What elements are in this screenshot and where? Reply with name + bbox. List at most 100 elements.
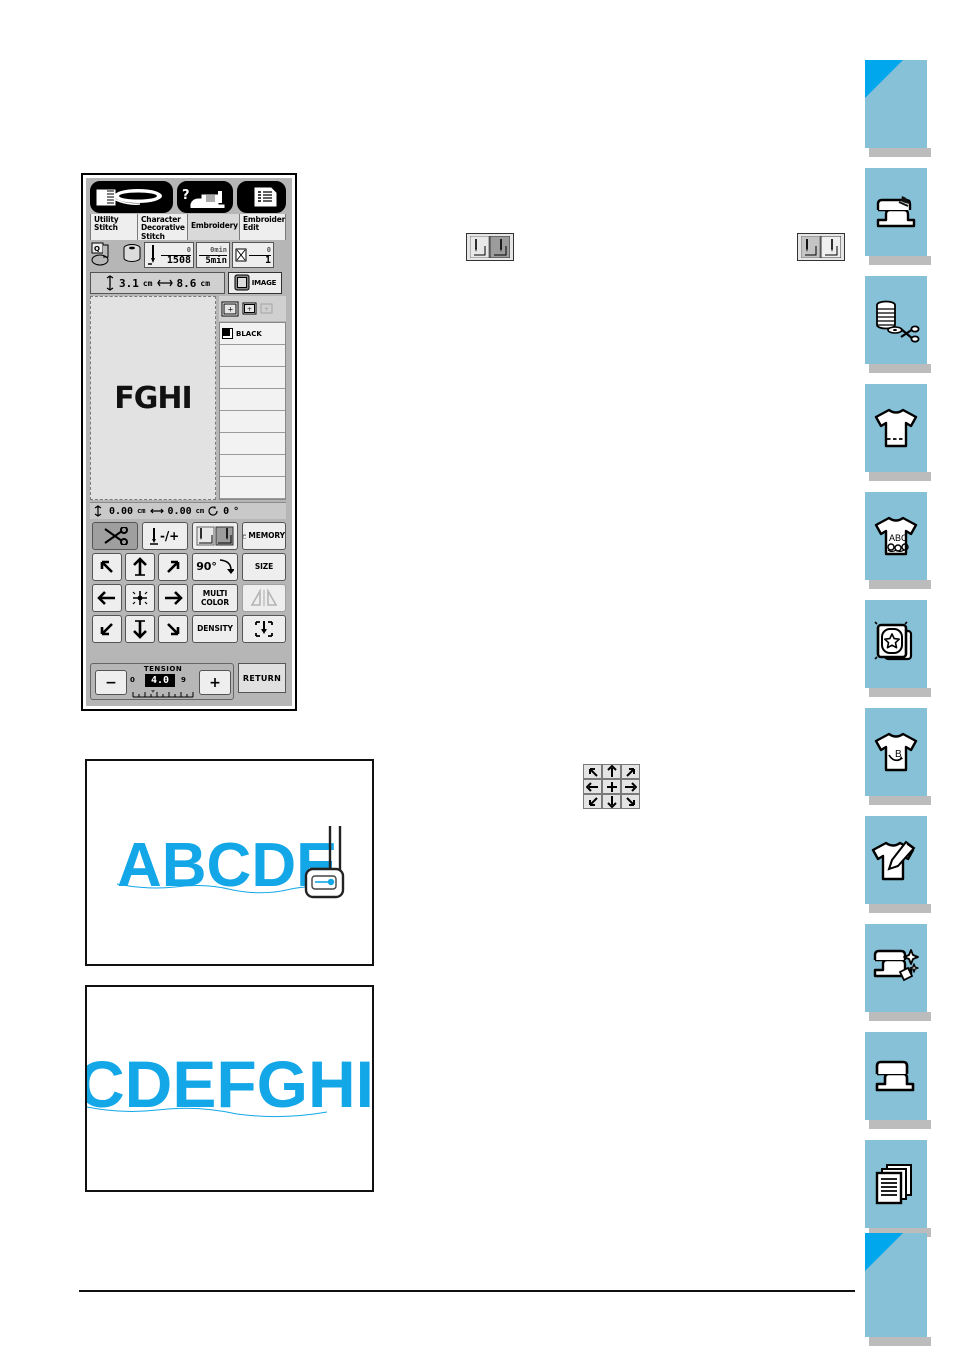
- lcd-screen: ? Utility Stitch Character Decorative St…: [86, 178, 292, 706]
- tab-character-decorative-stitch[interactable]: Character Decorative Stitch: [138, 214, 188, 240]
- tshirt-letter-b-icon: B: [865, 708, 927, 796]
- arrow-up-left-icon: [100, 560, 113, 573]
- keypad-right[interactable]: [621, 779, 640, 794]
- tab-shadow: [869, 1337, 931, 1346]
- tab-embroidery-edit[interactable]: Embroidery Edit: [240, 214, 286, 240]
- tension-minus-button[interactable]: −: [95, 670, 127, 695]
- needle-position-button[interactable]: -/+: [142, 522, 188, 550]
- rotation-unit: °: [233, 505, 240, 517]
- move-up-button[interactable]: [125, 553, 155, 581]
- settings-page-icon[interactable]: [236, 181, 286, 213]
- tension-label: TENSION: [143, 665, 183, 673]
- time-top: 0min: [210, 245, 227, 254]
- move-down-left-button[interactable]: [92, 615, 122, 643]
- single-color-stitch-key[interactable]: [466, 233, 514, 261]
- hoop-size-selector[interactable]: + + +: [219, 296, 286, 321]
- move-left-button[interactable]: [92, 584, 122, 612]
- thread-color-list[interactable]: BLACK: [219, 322, 286, 500]
- sidebar-tab-embroidery-edit[interactable]: B: [865, 708, 931, 805]
- tension-plus-button[interactable]: +: [199, 670, 231, 695]
- lcd-top-icon-row: ?: [90, 181, 286, 213]
- tab-shadow: [869, 256, 931, 265]
- stitch-count-value: 1508: [161, 254, 191, 266]
- arrow-down-icon: [133, 620, 147, 639]
- density-button[interactable]: DENSITY: [192, 615, 238, 643]
- help-machine-icon[interactable]: ?: [177, 181, 233, 213]
- color-list-row[interactable]: [220, 433, 285, 455]
- center-position-button[interactable]: [125, 584, 155, 612]
- color-list-row[interactable]: BLACK: [220, 323, 285, 345]
- tab-shadow: [869, 364, 931, 373]
- thread-cut-button[interactable]: [92, 522, 138, 550]
- keypad-down[interactable]: [602, 794, 621, 809]
- position-arrow-keypad[interactable]: [583, 764, 640, 809]
- single-multi-stitch-button[interactable]: [192, 522, 238, 550]
- color-list-row[interactable]: [220, 477, 285, 499]
- sidebar-tab-appendix[interactable]: [865, 1032, 931, 1129]
- vertical-offset-icon: [94, 505, 102, 517]
- hoop-large-icon[interactable]: +: [220, 299, 240, 319]
- color-list-row[interactable]: [220, 345, 285, 367]
- corner-tab-top[interactable]: [865, 60, 931, 157]
- hoop-small-icon[interactable]: +: [259, 301, 274, 316]
- keypad-center[interactable]: [602, 779, 621, 794]
- color-list-row[interactable]: [220, 411, 285, 433]
- hoop-medium-icon[interactable]: +: [241, 300, 258, 317]
- tension-min-label: 0: [130, 676, 135, 684]
- sidebar-tab-character-stitch[interactable]: ABC: [865, 492, 931, 589]
- trial-button[interactable]: [242, 615, 286, 643]
- tab-utility-stitch[interactable]: Utility Stitch: [90, 214, 138, 240]
- move-down-right-button[interactable]: [158, 615, 188, 643]
- image-button[interactable]: IMAGE: [228, 272, 282, 294]
- sidebar-tab-thread-accessories[interactable]: [865, 276, 931, 373]
- illustration-2-text: CDEFGHI: [87, 1047, 372, 1121]
- tab-embroidery[interactable]: Embroidery: [188, 214, 240, 240]
- sidebar-tab-maintenance[interactable]: [865, 924, 931, 1021]
- multi-color-button[interactable]: MULTI COLOR: [192, 584, 238, 612]
- color-list-row[interactable]: [220, 367, 285, 389]
- mirror-button[interactable]: [242, 584, 286, 612]
- tshirt-dashed-hem-icon: [865, 384, 927, 472]
- keypad-left[interactable]: [583, 779, 602, 794]
- embroidery-preview-canvas[interactable]: FGHI: [90, 296, 216, 500]
- sidebar-tab-utility-stitch[interactable]: [865, 384, 931, 481]
- color-list-row[interactable]: [220, 389, 285, 411]
- rotate-button[interactable]: 90°: [192, 553, 238, 581]
- multi-color-stitch-key[interactable]: [797, 233, 845, 261]
- illustration-1-text: ABCDE: [117, 831, 337, 900]
- rotation-icon: [208, 505, 218, 516]
- move-up-right-button[interactable]: [158, 553, 188, 581]
- keypad-down-left[interactable]: [583, 794, 602, 809]
- svg-text:-/+: -/+: [160, 529, 179, 543]
- vertical-size-icon: [106, 275, 114, 291]
- sidebar-tab-sewing-machine[interactable]: [865, 168, 931, 265]
- sidebar-tab-my-custom-design[interactable]: [865, 816, 931, 913]
- keypad-up-right[interactable]: [621, 764, 640, 779]
- return-button[interactable]: RETURN: [238, 663, 286, 693]
- arrow-up-icon: [133, 557, 147, 576]
- keypad-down-right[interactable]: [621, 794, 640, 809]
- color-count-top: 0: [266, 245, 271, 254]
- multi-color-line1: MULTI: [202, 589, 228, 598]
- memory-button[interactable]: MEMORY: [242, 522, 286, 550]
- keypad-up-left[interactable]: [583, 764, 602, 779]
- arrow-down-left-icon: [100, 623, 113, 636]
- move-up-left-button[interactable]: [92, 553, 122, 581]
- corner-tab-bottom[interactable]: [865, 1233, 931, 1346]
- tab-char-line3: Stitch: [141, 231, 165, 240]
- spool-small-icon: [235, 248, 247, 262]
- size-button[interactable]: SIZE: [242, 553, 286, 581]
- color-count-field: 0 1: [232, 242, 274, 268]
- needle-threader-icon[interactable]: [90, 181, 174, 213]
- hoop-star-icon: [865, 600, 927, 688]
- color-list-row[interactable]: [220, 455, 285, 477]
- tab-shadow: [869, 904, 931, 913]
- lcd-button-pad: -/+ MEMORY 90° SIZE MULTI COLOR DENSITY …: [90, 521, 286, 701]
- move-right-button[interactable]: [158, 584, 188, 612]
- sidebar-tab-embroidery[interactable]: [865, 600, 931, 697]
- vertical-offset-unit: cm: [137, 507, 146, 515]
- keypad-up[interactable]: [602, 764, 621, 779]
- move-down-button[interactable]: [125, 615, 155, 643]
- rotation-value: 0: [223, 505, 230, 517]
- sidebar-tab-index[interactable]: [865, 1140, 931, 1237]
